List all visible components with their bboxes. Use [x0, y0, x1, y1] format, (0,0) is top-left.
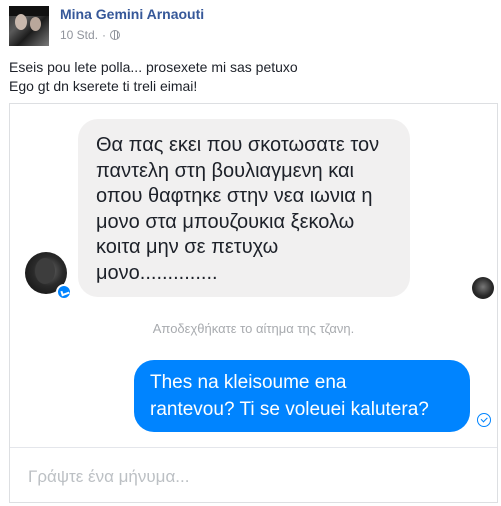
outgoing-message-text: Thes na kleisoume ena rantevou? Ti se vo…: [150, 372, 429, 420]
globe-icon[interactable]: [110, 30, 121, 40]
post-text-line: Eseis pou lete polla... prosexete mi sas…: [9, 59, 298, 75]
sent-check-icon: [477, 413, 491, 427]
messenger-icon: [56, 284, 72, 300]
avatar-silhouette: [35, 258, 55, 284]
avatar-face: [30, 17, 41, 31]
post-meta: 10 Std. ·: [60, 28, 121, 42]
message-input[interactable]: [28, 464, 468, 490]
outgoing-message-bubble: Thes na kleisoume ena rantevou? Ti se vo…: [134, 360, 470, 432]
composer-divider: [10, 447, 497, 448]
avatar-face: [15, 14, 27, 30]
avatar-hair: [9, 6, 49, 16]
post-timestamp[interactable]: 10 Std.: [60, 28, 98, 42]
request-accepted-notice: Αποδεχθήκατε το αίτημα της τζανη.: [152, 321, 355, 336]
messenger-screenshot: Θα πας εκει που σκοτωσατε τον παντελη στ…: [9, 103, 498, 503]
author-avatar[interactable]: [9, 6, 49, 46]
post-header: Mina Gemini Arnaouti 10 Std. ·: [0, 0, 501, 50]
post-body: Eseis pou lete polla... prosexete mi sas…: [9, 58, 298, 96]
incoming-message-bubble: Θα πας εκει που σκοτωσατε τον παντελη στ…: [78, 119, 410, 297]
author-name-link[interactable]: Mina Gemini Arnaouti: [60, 6, 204, 22]
incoming-message-text: Θα πας εκει που σκοτωσατε τον παντελη στ…: [96, 134, 380, 284]
meta-separator: ·: [102, 28, 107, 42]
post-text-line: Ego gt dn kserete ti treli eimai!: [9, 78, 198, 94]
read-receipt-avatar: [472, 277, 494, 299]
